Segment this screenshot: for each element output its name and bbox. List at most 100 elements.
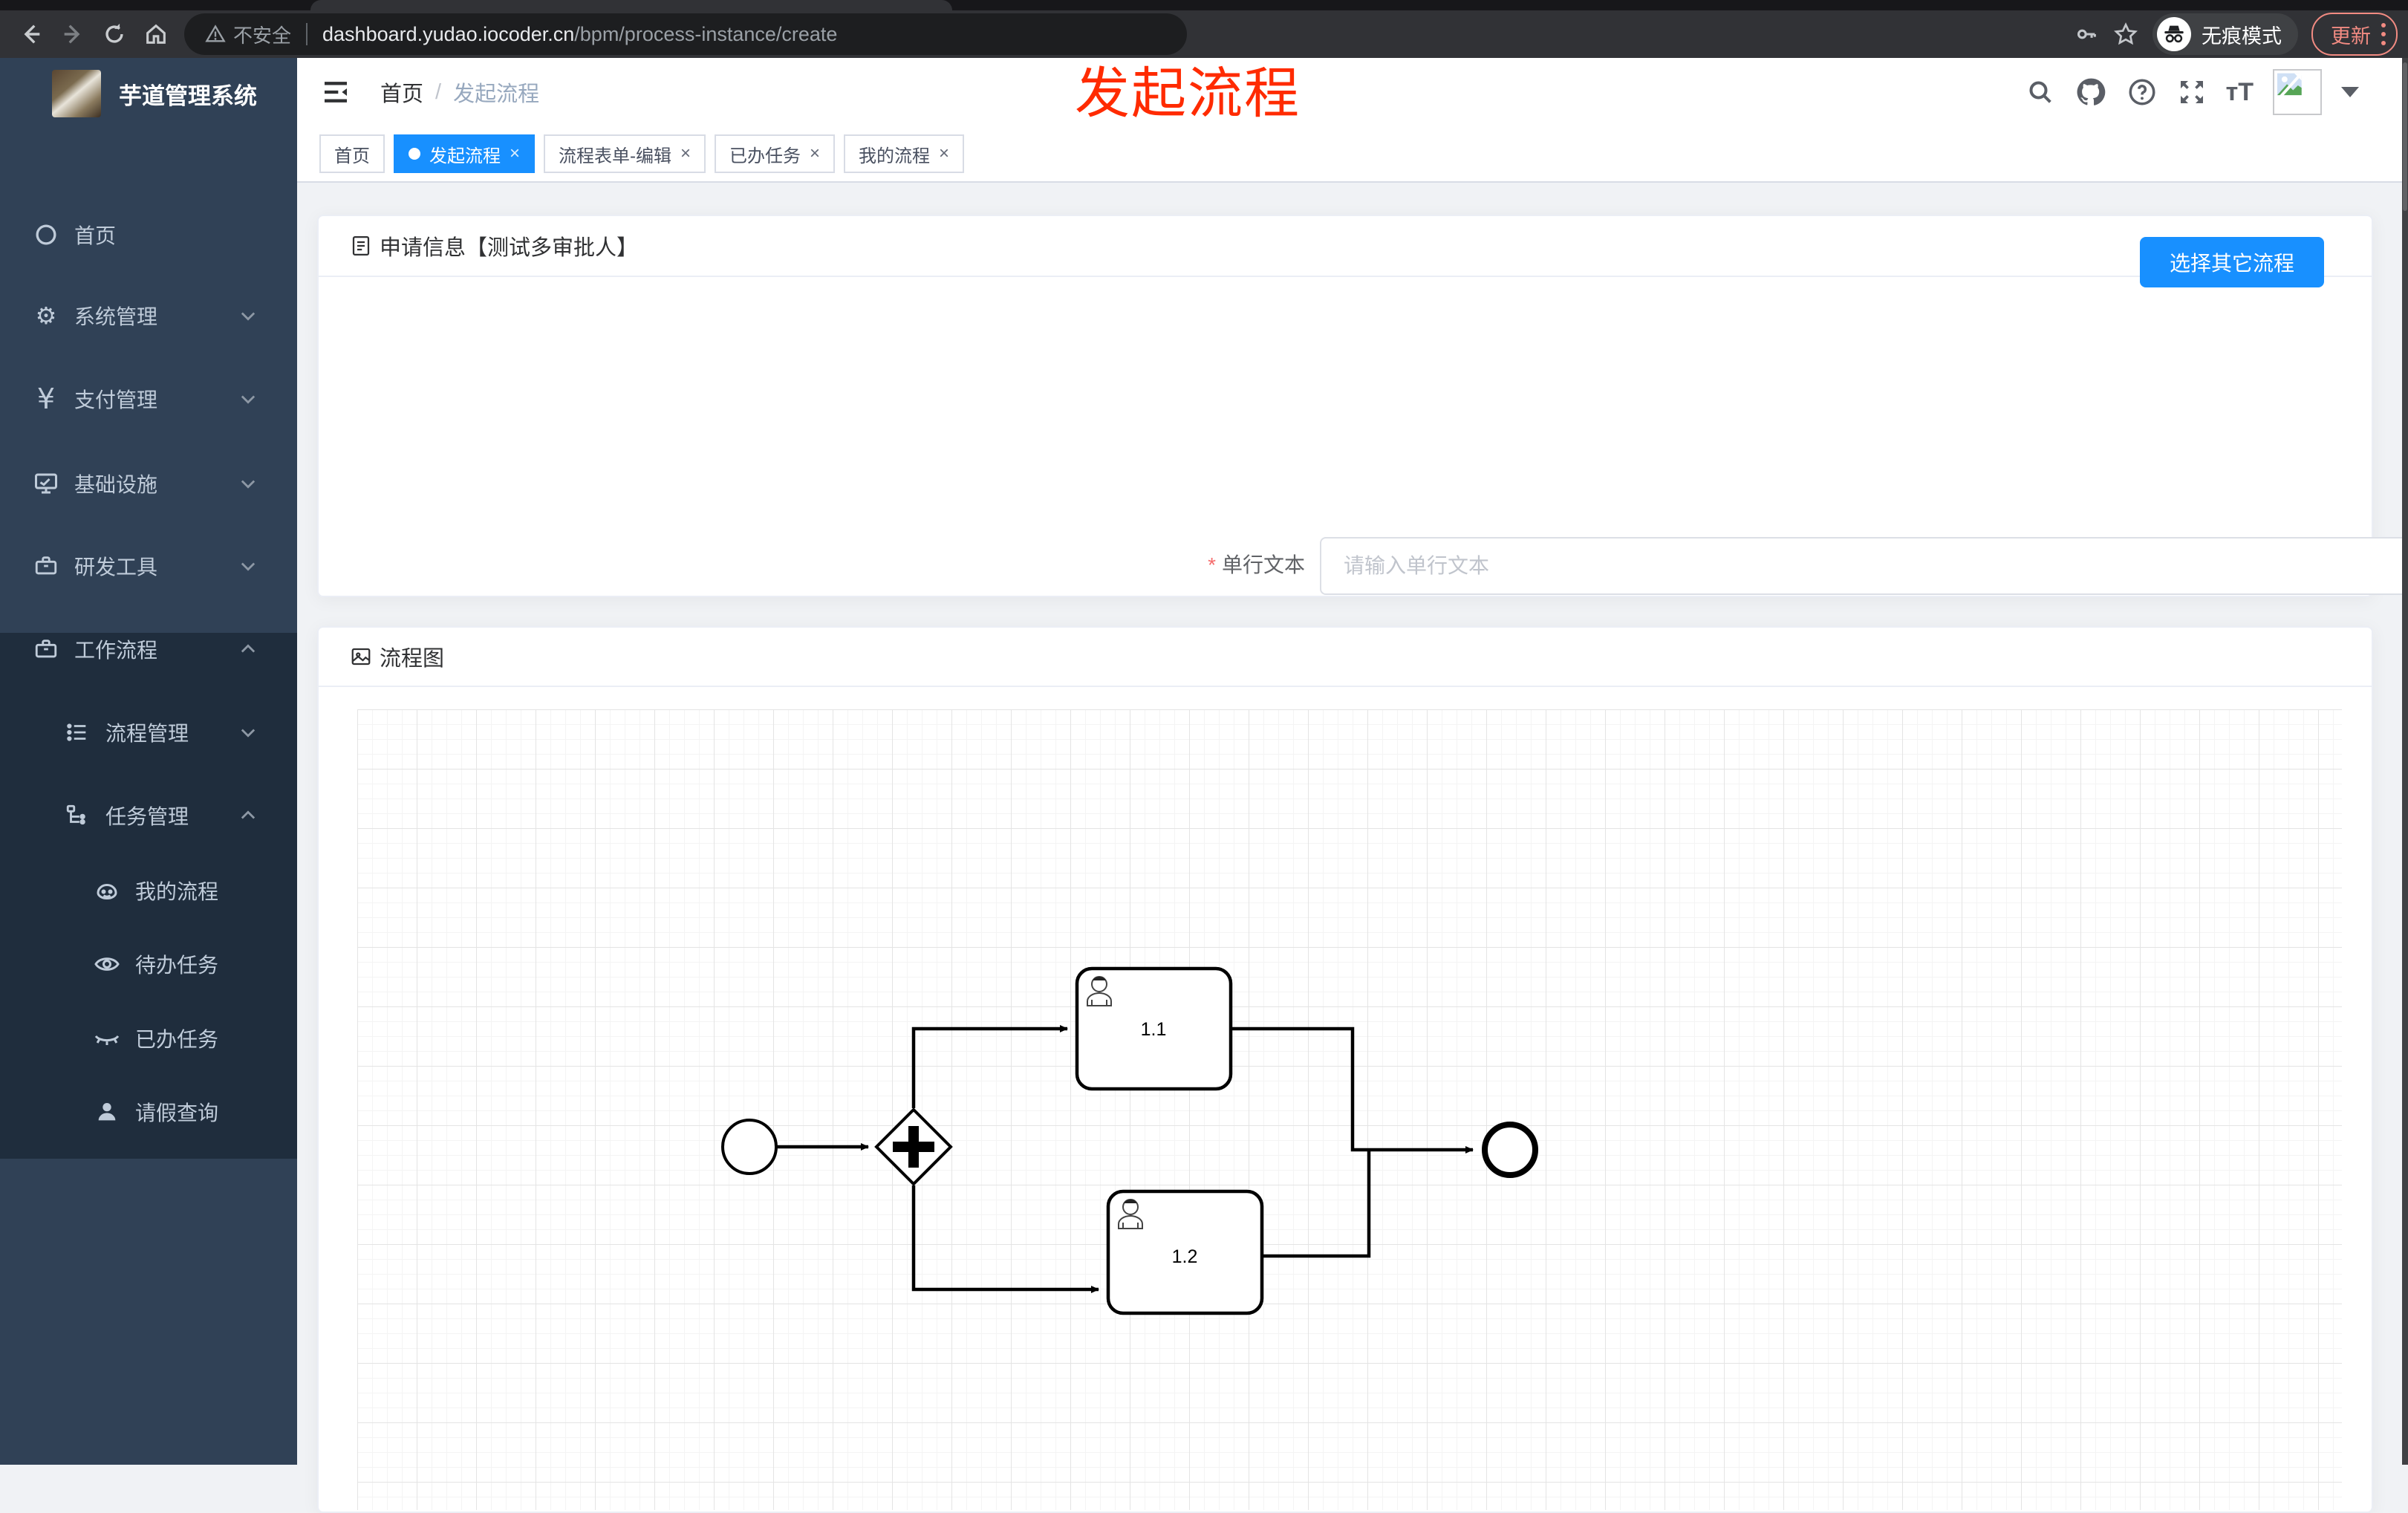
bpmn-start-event[interactable]: [721, 1119, 778, 1175]
url-host: dashboard.yudao.iocoder.cn: [322, 22, 575, 45]
form-card-header: 申请信息【测试多审批人】: [319, 216, 2372, 277]
flow-gateway-to-task2: [911, 1185, 1099, 1293]
yen-icon: ¥: [36, 383, 56, 415]
tab-my-process[interactable]: 我的流程 ×: [844, 134, 965, 173]
star-icon[interactable]: [2112, 21, 2139, 48]
bpmn-end-event[interactable]: [1482, 1122, 1538, 1178]
required-mark: *: [1208, 553, 1216, 576]
app-header: 首页 / 发起流程 тT: [297, 58, 2408, 126]
sidebar-item-home[interactable]: 首页: [0, 193, 297, 276]
chevron-up-icon: [238, 805, 258, 826]
application-form-card: 申请信息【测试多审批人】 选择其它流程 *单行文本 *多选框组 选项一 选项二 …: [317, 215, 2408, 777]
form-card-title: 申请信息【测试多审批人】: [380, 236, 639, 260]
close-icon[interactable]: ×: [680, 145, 691, 163]
sidebar-item-task-management[interactable]: 任务管理: [0, 774, 297, 857]
update-button[interactable]: 更新: [2311, 13, 2398, 56]
monitor-icon: [31, 469, 61, 498]
process-diagram-card: 流程图 1.1 1.2: [317, 626, 2373, 1513]
process-list-icon: [62, 718, 92, 747]
reload-icon[interactable]: [94, 13, 135, 55]
avatar[interactable]: [2273, 69, 2322, 115]
logo-avatar: [52, 70, 101, 117]
flow-task2-to-end: [1263, 1151, 1371, 1258]
diagram-card-title: 流程图: [380, 647, 445, 671]
person-icon: [92, 1097, 122, 1127]
back-icon[interactable]: [10, 13, 52, 55]
security-chip[interactable]: 不安全: [205, 21, 291, 48]
search-icon[interactable]: [2025, 77, 2055, 107]
bpmn-canvas[interactable]: 1.1 1.2: [357, 709, 2342, 1510]
incognito-badge: 无痕模式: [2152, 13, 2298, 55]
sidebar-item-done-tasks[interactable]: 已办任务: [0, 1001, 297, 1076]
gear-icon: ⚙: [35, 302, 57, 330]
fullscreen-icon[interactable]: [2177, 77, 2207, 107]
help-icon[interactable]: [2126, 77, 2158, 108]
logo[interactable]: 芋道管理系统: [0, 58, 297, 129]
tab-process-form-edit[interactable]: 流程表单-编辑 ×: [544, 134, 706, 173]
sidebar-item-leave-query[interactable]: 请假查询: [0, 1075, 297, 1149]
annotation-title: 发起流程: [1075, 62, 1301, 124]
bpmn-user-task-2[interactable]: 1.2: [1106, 1189, 1264, 1315]
sidebar-item-devtools[interactable]: 研发工具: [0, 524, 297, 608]
home-icon[interactable]: [135, 13, 177, 55]
close-icon[interactable]: ×: [939, 145, 949, 163]
bpmn-parallel-gateway[interactable]: [874, 1107, 953, 1186]
scrollbar-thumb[interactable]: [2403, 62, 2407, 211]
document-icon: [352, 236, 370, 256]
tab-start-process[interactable]: 发起流程 ×: [394, 134, 536, 173]
url-path: /bpm/process-instance/create: [574, 22, 838, 45]
flow-task1-to-end: [1231, 1026, 1474, 1154]
task-label: 1.1: [1141, 1019, 1167, 1040]
tab-done-tasks[interactable]: 已办任务 ×: [715, 134, 836, 173]
chevron-down-icon: [238, 305, 258, 326]
sidebar-item-todo-tasks[interactable]: 待办任务: [0, 927, 297, 1001]
tab-home[interactable]: 首页: [319, 134, 385, 173]
bpmn-user-task-1[interactable]: 1.1: [1075, 966, 1233, 1091]
eye-closed-icon: [92, 1024, 122, 1053]
sidebar-item-workflow[interactable]: 工作流程: [0, 608, 297, 691]
tag-bar: 首页 发起流程 × 流程表单-编辑 × 已办任务 × 我的流程 ×: [297, 126, 2408, 183]
chevron-down-icon: [238, 388, 258, 409]
url-bar[interactable]: 不安全 dashboard.yudao.iocoder.cn /bpm/proc…: [184, 13, 1187, 55]
text-field-label: * 单行文本: [1208, 553, 1305, 576]
sidebar-item-system[interactable]: ⚙ 系统管理: [0, 274, 297, 357]
warning-icon: [205, 25, 226, 42]
plus-icon: [908, 1126, 919, 1168]
flow-gateway-to-task1: [911, 1025, 1068, 1108]
close-icon[interactable]: ×: [510, 145, 520, 163]
logo-title: 芋道管理系统: [119, 82, 257, 109]
browser-menu-icon[interactable]: [2381, 23, 2386, 45]
incognito-label: 无痕模式: [2202, 25, 2282, 48]
avatar-caret-icon[interactable]: [2341, 87, 2359, 97]
browser-active-tab[interactable]: [310, 0, 952, 10]
key-icon[interactable]: [2074, 22, 2099, 47]
sidebar-item-process-management[interactable]: 流程管理: [0, 691, 297, 774]
update-label: 更新: [2331, 25, 2371, 48]
breadcrumb-separator: /: [435, 79, 442, 104]
font-size-icon[interactable]: тT: [2226, 78, 2254, 107]
single-line-text-input[interactable]: [1320, 537, 2408, 595]
chevron-down-icon: [238, 722, 258, 743]
forward-icon[interactable]: [52, 13, 94, 55]
task-tree-icon: [62, 801, 92, 830]
active-dot: [409, 148, 420, 160]
chevron-down-icon: [238, 556, 258, 576]
bpmn-diagram: 1.1 1.2: [721, 966, 1538, 1315]
breadcrumb-home[interactable]: 首页: [380, 77, 423, 108]
page-scrollbar[interactable]: [2402, 58, 2408, 1465]
breadcrumb-current: 发起流程: [453, 82, 540, 106]
chevron-down-icon: [238, 473, 258, 494]
sidebar-item-infrastructure[interactable]: 基础设施: [0, 442, 297, 525]
close-icon[interactable]: ×: [810, 145, 820, 163]
task-label: 1.2: [1172, 1246, 1198, 1267]
toolbox-icon: [31, 551, 61, 581]
security-label: 不安全: [233, 24, 292, 47]
briefcase-icon: [31, 634, 61, 664]
choose-other-process-button[interactable]: 选择其它流程: [2139, 237, 2324, 287]
breadcrumb: 首页 / 发起流程: [380, 58, 539, 126]
sidebar-item-payment[interactable]: ¥ 支付管理: [0, 357, 297, 440]
sidebar-collapse-icon[interactable]: [321, 77, 351, 107]
sidebar-item-my-process[interactable]: 我的流程: [0, 853, 297, 928]
github-icon[interactable]: [2075, 76, 2107, 108]
face-icon: [92, 876, 122, 905]
